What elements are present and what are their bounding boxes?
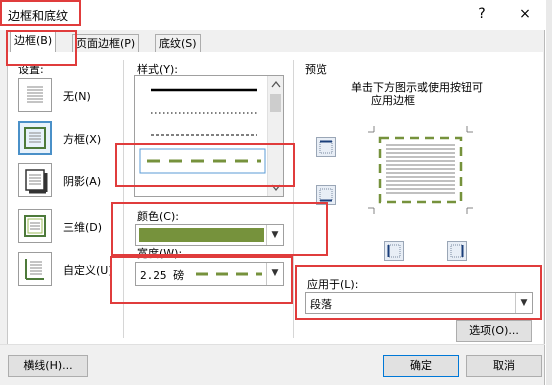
left-border-button[interactable]: [384, 241, 404, 261]
preview-area[interactable]: [360, 120, 495, 220]
annotation-box-width: [110, 256, 293, 304]
ok-button[interactable]: 确定: [383, 355, 459, 377]
annotation-box-apply-to: [295, 265, 542, 320]
right-border-button[interactable]: [447, 241, 467, 261]
setting-3d-icon[interactable]: [18, 209, 52, 243]
horizontal-line-button[interactable]: 横线(H)...: [8, 355, 88, 377]
style-list-scroll-thumb[interactable]: [270, 94, 281, 112]
cancel-button[interactable]: 取消: [466, 355, 542, 377]
setting-box-label[interactable]: 方框(X): [63, 131, 101, 147]
borders-and-shading-dialog: 边框和底纹 ? × 边框(B) 页面边框(P) 底纹(S) 设置: 无(N) 方…: [0, 0, 545, 385]
annotation-box-style: [115, 143, 295, 187]
annotation-box-title: [0, 0, 81, 26]
setting-shadow-label[interactable]: 阴影(A): [63, 173, 101, 189]
preview-heading: 预览: [305, 63, 327, 76]
setting-none-icon[interactable]: [18, 78, 52, 112]
annotation-box-color: [111, 202, 328, 256]
setting-none-label[interactable]: 无(N): [63, 88, 91, 104]
style-divider: [293, 60, 294, 338]
preview-hint-line2: 应用边框: [371, 94, 415, 107]
options-button[interactable]: 选项(O)...: [456, 320, 532, 342]
setting-shadow-icon[interactable]: [18, 163, 52, 197]
annotation-box-borders-tab: [6, 30, 77, 66]
help-button[interactable]: ?: [468, 3, 496, 25]
setting-box-icon[interactable]: [18, 121, 52, 155]
footer-divider: [0, 344, 545, 345]
title-bar: 边框和底纹 ? ×: [0, 0, 545, 30]
top-border-button[interactable]: [316, 137, 336, 157]
setting-custom-icon[interactable]: [18, 252, 52, 286]
close-button[interactable]: ×: [511, 3, 539, 25]
tab-shading[interactable]: 底纹(S): [155, 34, 201, 53]
tab-page-border[interactable]: 页面边框(P): [72, 34, 140, 53]
setting-3d-label[interactable]: 三维(D): [63, 219, 102, 235]
setting-custom-label[interactable]: 自定义(U): [63, 262, 113, 278]
background-document-edge: [546, 0, 552, 385]
